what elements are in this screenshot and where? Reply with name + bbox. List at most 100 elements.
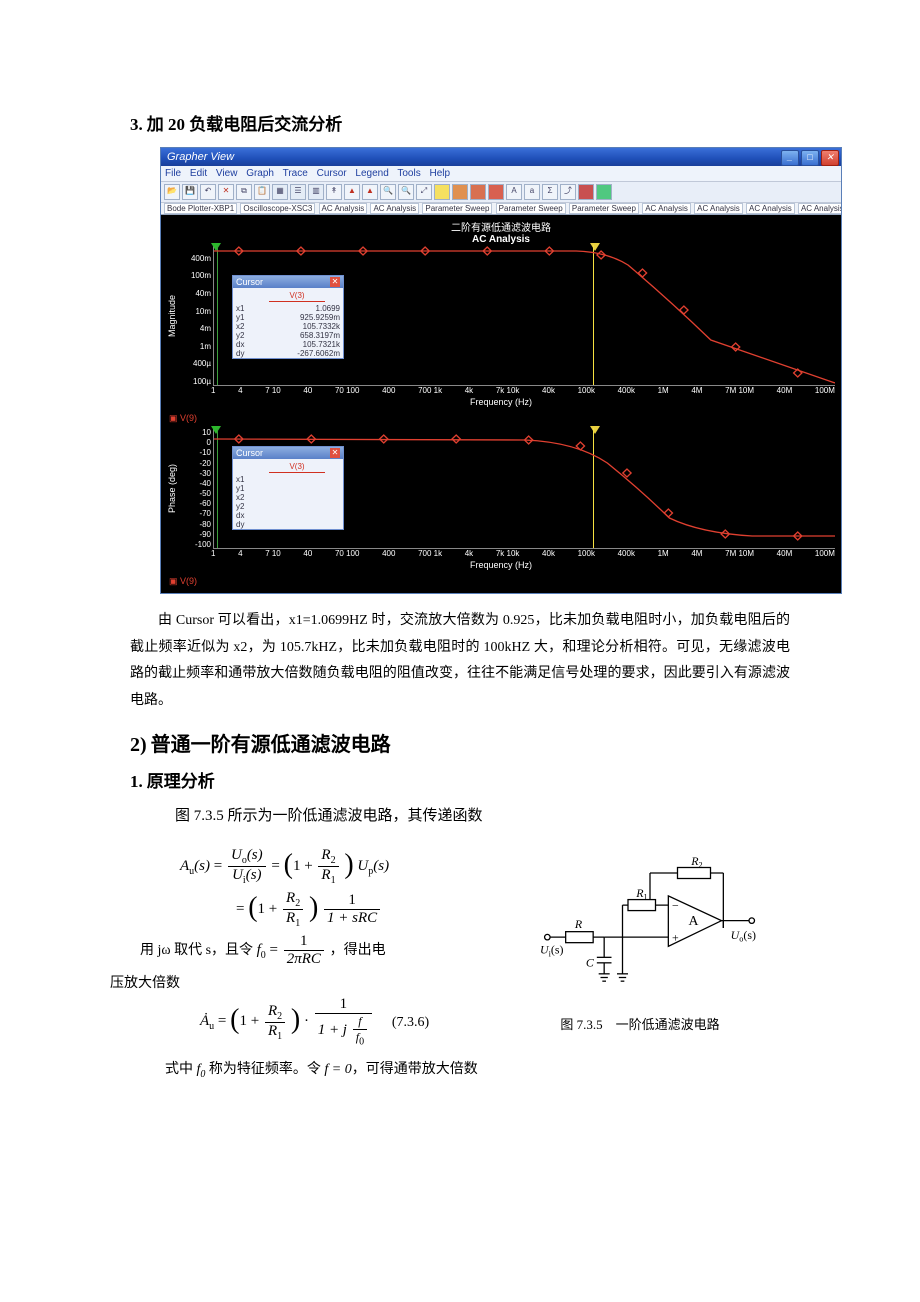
maximize-button[interactable]: □: [801, 150, 819, 166]
tab-item[interactable]: AC Analysis: [798, 203, 841, 214]
tb-color3-icon[interactable]: [470, 184, 486, 200]
menu-help[interactable]: Help: [430, 168, 451, 179]
circuit-diagram: R2 R1 R C A − + Ui(s) Uo(s): [540, 853, 760, 1003]
menu-graph[interactable]: Graph: [246, 168, 274, 179]
tb-color1-icon[interactable]: [434, 184, 450, 200]
tb-cursor2-icon[interactable]: ▲: [344, 184, 360, 200]
minimize-button[interactable]: _: [781, 150, 799, 166]
phase-canvas[interactable]: Cursor ✕ V(3) x1 y1 x2 y2 dx dy: [213, 428, 835, 549]
svg-text:R1: R1: [635, 886, 647, 902]
svg-text:R: R: [574, 917, 583, 931]
figure-intro-text: 图 7.3.5 所示为一阶低通滤波电路，其传递函数: [130, 804, 790, 825]
phase-xlabel: Frequency (Hz): [167, 560, 835, 570]
cursor-box-close-icon[interactable]: ✕: [330, 448, 340, 458]
closing-line: 式中 f0 称为特征频率。令 f = 0，可得通带放大倍数: [130, 1058, 790, 1080]
tab-item[interactable]: Bode Plotter-XBP1: [164, 203, 237, 214]
cursor-info-box-1[interactable]: Cursor ✕ V(3) x11.0699 y1925.9259m x2105…: [232, 275, 344, 359]
phase-chart: Phase (deg) 100 -10-20 -30-40 -50-60 -70…: [167, 428, 835, 549]
tab-item[interactable]: AC Analysis: [694, 203, 743, 214]
section-2b-title: 普通一阶有源低通滤波电路: [151, 734, 391, 756]
tb-zoom-out-icon[interactable]: 🔍: [398, 184, 414, 200]
menu-file[interactable]: File: [165, 168, 181, 179]
tab-item[interactable]: AC Analysis: [746, 203, 795, 214]
grapher-window: Grapher View _ □ ✕ File Edit View Graph …: [160, 147, 842, 594]
section-2b-number: 2): [130, 734, 147, 756]
magnitude-yticks: 400m 100m 40m 10m 4m 1m 400µ 100µ: [181, 245, 213, 386]
magnitude-canvas[interactable]: Cursor ✕ V(3) x11.0699 y1925.9259m x2105…: [213, 245, 835, 386]
formula-line-5: Ȧu = (1 + R2R1 ) · 1 1 + j ff0 (7.3.6): [200, 996, 520, 1047]
formula-column: Au(s) = Uo(s)Ui(s) = (1 + R2R1 ) Up(s) =…: [180, 843, 520, 1051]
svg-text:A: A: [689, 914, 699, 929]
menu-legend[interactable]: Legend: [355, 168, 388, 179]
tb-cursor3-icon[interactable]: ▲: [362, 184, 378, 200]
tb-export-icon[interactable]: ⤴: [560, 184, 576, 200]
cursor-box-title: Cursor: [236, 448, 263, 458]
section-3-heading: 3. 加 20 负载电阻后交流分析: [130, 110, 790, 135]
section-3-title: 加 20 负载电阻后交流分析: [147, 115, 343, 134]
tb-open-icon[interactable]: 📂: [164, 184, 180, 200]
subsection-1-title: 原理分析: [147, 772, 215, 791]
tb-color2-icon[interactable]: [452, 184, 468, 200]
window-buttons: _ □ ✕: [781, 148, 841, 166]
cursor-box-title: Cursor: [236, 277, 263, 287]
tb-color6-icon[interactable]: [596, 184, 612, 200]
tb-undo-icon[interactable]: ↶: [200, 184, 216, 200]
tb-save-icon[interactable]: 💾: [182, 184, 198, 200]
close-button[interactable]: ✕: [821, 150, 839, 166]
grapher-titlebar: Grapher View _ □ ✕: [161, 148, 841, 166]
formula-line-3: 用 jω 取代 s，且令 f0 = 12πRC ，得出电: [140, 933, 520, 968]
magnitude-xlabel: Frequency (Hz): [167, 397, 835, 407]
phase-ylabel: Phase (deg): [167, 428, 181, 549]
tab-item[interactable]: Oscilloscope-XSC3: [240, 203, 315, 214]
menu-view[interactable]: View: [216, 168, 238, 179]
menu-trace[interactable]: Trace: [283, 168, 308, 179]
circuit-column: R2 R1 R C A − + Ui(s) Uo(s) 图 7.3.5 一阶低通…: [520, 843, 760, 1033]
formula-line-4: 压放大倍数: [110, 972, 520, 992]
formula-line-2: = (1 + R2R1 ) 11 + sRC: [236, 890, 520, 929]
plot-title-2: AC Analysis: [167, 234, 835, 245]
tab-item[interactable]: AC Analysis: [319, 203, 368, 214]
tab-item[interactable]: AC Analysis: [370, 203, 419, 214]
formula-line-1: Au(s) = Uo(s)Ui(s) = (1 + R2R1 ) Up(s): [180, 847, 520, 886]
svg-text:Uo(s): Uo(s): [731, 928, 756, 944]
tab-item[interactable]: Parameter Sweep: [496, 203, 566, 214]
menu-tools[interactable]: Tools: [397, 168, 420, 179]
cursor-box-trace: V(3): [269, 462, 325, 473]
subsection-1-heading: 1. 原理分析: [130, 767, 790, 792]
tab-item[interactable]: AC Analysis: [642, 203, 691, 214]
figure-caption: 图 7.3.5 一阶低通滤波电路: [520, 1014, 760, 1033]
phase-yticks: 100 -10-20 -30-40 -50-60 -70-80 -90-100: [181, 428, 213, 549]
tab-item[interactable]: Parameter Sweep: [422, 203, 492, 214]
tb-color5-icon[interactable]: [578, 184, 594, 200]
tb-copy-icon[interactable]: ⧉: [236, 184, 252, 200]
tb-delete-icon[interactable]: ✕: [218, 184, 234, 200]
magnitude-ylabel: Magnitude: [167, 245, 181, 386]
tb-axis-icon[interactable]: ▥: [308, 184, 324, 200]
formula-and-circuit: Au(s) = Uo(s)Ui(s) = (1 + R2R1 ) Up(s) =…: [180, 843, 790, 1051]
tb-legend-icon[interactable]: ☰: [290, 184, 306, 200]
cursor-info-box-2[interactable]: Cursor ✕ V(3) x1 y1 x2 y2 dx dy: [232, 446, 344, 530]
section-2b-heading: 2) 普通一阶有源低通滤波电路: [130, 728, 790, 757]
trace-label-2: ▣ V(9): [169, 576, 835, 587]
tb-text-icon[interactable]: A: [506, 184, 522, 200]
magnitude-chart: Magnitude 400m 100m 40m 10m 4m 1m 400µ 1…: [167, 245, 835, 386]
menu-cursor[interactable]: Cursor: [317, 168, 347, 179]
magnitude-xticks: 147 10 4070 100400 700 1k4k7k 10k 40k100…: [167, 386, 835, 395]
tab-item[interactable]: Parameter Sweep: [569, 203, 639, 214]
tb-stats-icon[interactable]: Σ: [542, 184, 558, 200]
tb-cursor1-icon[interactable]: ↟: [326, 184, 342, 200]
cursor-box-table: x1 y1 x2 y2 dx dy: [233, 475, 343, 529]
menu-edit[interactable]: Edit: [190, 168, 207, 179]
cursor-box-table: x11.0699 y1925.9259m x2105.7332k y2658.3…: [233, 304, 343, 358]
plot-title-1: 二阶有源低通滤波电路: [167, 219, 835, 234]
tb-style-icon[interactable]: a: [524, 184, 540, 200]
cursor-box-close-icon[interactable]: ✕: [330, 277, 340, 287]
tb-paste-icon[interactable]: 📋: [254, 184, 270, 200]
grapher-tabstrip: Bode Plotter-XBP1 Oscilloscope-XSC3 AC A…: [161, 203, 841, 215]
tb-color4-icon[interactable]: [488, 184, 504, 200]
tb-grid-icon[interactable]: ▦: [272, 184, 288, 200]
tb-zoom-in-icon[interactable]: 🔍: [380, 184, 396, 200]
grapher-menubar: File Edit View Graph Trace Cursor Legend…: [161, 166, 841, 181]
grapher-title: Grapher View: [167, 148, 234, 166]
tb-zoom-fit-icon[interactable]: ⤢: [416, 184, 432, 200]
